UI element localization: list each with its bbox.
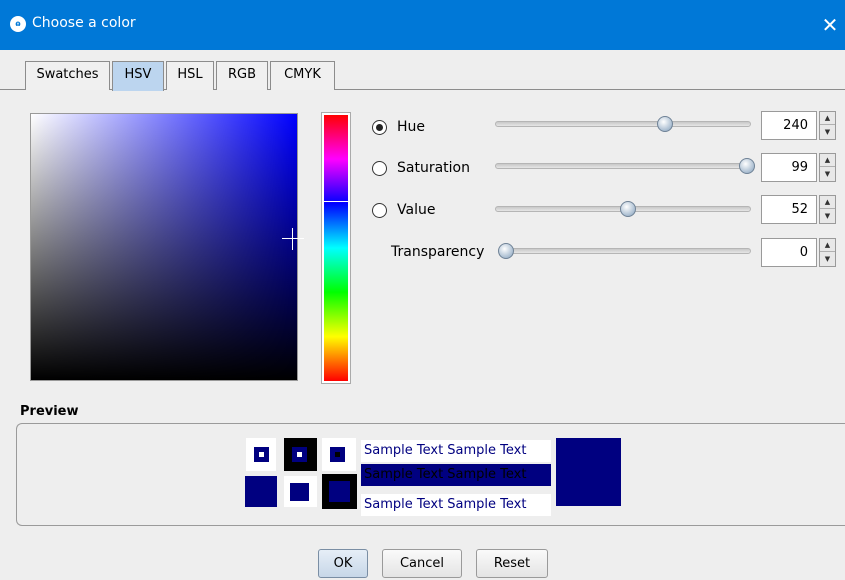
tab-swatches[interactable]: Swatches [25,61,110,90]
hue-spinner[interactable]: 240 [761,111,817,140]
value-slider[interactable] [495,201,751,217]
preview-sample-text-1: Sample Text Sample Text [361,440,551,462]
saturation-slider-thumb[interactable] [739,158,756,174]
saturation-slider[interactable] [495,158,756,174]
value-radio[interactable] [372,203,387,218]
tab-bar: Swatches HSV HSL RGB CMYK [0,50,845,91]
transparency-slider-thumb[interactable] [498,243,514,259]
saturation-spin-buttons: ▲ ▼ [819,153,836,182]
value-label: Value [397,202,436,218]
value-increment-button[interactable]: ▲ [820,196,835,209]
value-slider-thumb[interactable] [620,201,637,217]
saturation-spinner[interactable]: 99 [761,153,817,182]
swatch-2-fill [292,447,307,462]
preview-swatch-2 [284,438,317,471]
swatch-1-fill [254,447,269,462]
app-icon: ɷ [10,16,26,32]
swatch-6-fill [329,481,350,502]
preview-sample-text-3: Sample Text Sample Text [361,494,551,516]
transparency-slider[interactable] [498,243,751,259]
window-title: Choose a color [32,15,136,31]
preview-color-square [556,438,621,506]
transparency-spin-buttons: ▲ ▼ [819,238,836,267]
hue-marker [324,201,348,202]
swatch-3-fill [330,447,345,462]
transparency-label: Transparency [391,244,485,260]
transparency-increment-button[interactable]: ▲ [820,239,835,252]
preview-swatch-4 [245,476,277,507]
hue-slider-thumb[interactable] [657,116,674,132]
cancel-button[interactable]: Cancel [382,549,462,578]
swatch-1-dot [259,452,264,457]
transparency-value: 0 [799,245,808,260]
preview-label: Preview [20,404,79,419]
preview-sample-text-2: Sample Text Sample Text [361,464,551,486]
hue-slider[interactable] [495,116,751,132]
saturation-label: Saturation [397,160,470,176]
hue-gradient [324,115,348,381]
saturation-value-field[interactable] [30,113,298,381]
saturation-decrement-button[interactable]: ▼ [820,168,835,181]
hue-decrement-button[interactable]: ▼ [820,126,835,139]
tab-hsv[interactable]: HSV [112,61,164,91]
preview-swatch-1 [246,438,276,471]
hue-spin-buttons: ▲ ▼ [819,111,836,140]
value-value: 52 [791,202,808,217]
crosshair-cursor [282,228,304,250]
value-decrement-button[interactable]: ▼ [820,210,835,223]
swatch-3-dot [335,452,340,457]
tab-rgb[interactable]: RGB [216,61,268,90]
preview-swatch-5 [284,476,317,507]
swatch-2-dot [297,452,302,457]
hue-strip[interactable] [321,112,351,384]
title-bar: ɷ Choose a color ✕ [0,0,845,50]
preview-swatch-6 [322,474,357,509]
hue-value: 240 [783,118,808,133]
reset-button[interactable]: Reset [476,549,548,578]
transparency-decrement-button[interactable]: ▼ [820,253,835,266]
ok-button[interactable]: OK [318,549,368,578]
value-spin-buttons: ▲ ▼ [819,195,836,224]
hue-increment-button[interactable]: ▲ [820,112,835,125]
saturation-increment-button[interactable]: ▲ [820,154,835,167]
saturation-value: 99 [791,160,808,175]
hue-radio[interactable] [372,120,387,135]
preview-swatch-3 [322,438,356,471]
transparency-spinner[interactable]: 0 [761,238,817,267]
value-spinner[interactable]: 52 [761,195,817,224]
hue-label: Hue [397,119,426,135]
saturation-radio[interactable] [372,161,387,176]
tab-cmyk[interactable]: CMYK [270,61,335,90]
tab-hsl[interactable]: HSL [166,61,214,90]
close-button[interactable]: ✕ [815,0,845,50]
swatch-5-fill [290,483,309,501]
